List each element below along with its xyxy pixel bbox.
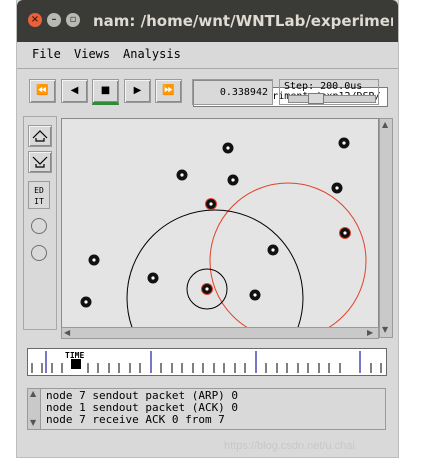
nam-window: × – ▫ nam: /home/wnt/WNTLab/experiments/… — [17, 0, 398, 457]
maximize-window-button[interactable]: ▫ — [66, 13, 80, 27]
scroll-right-arrow-icon[interactable]: ▶ — [367, 329, 373, 337]
scroll-left-arrow-icon[interactable]: ◀ — [64, 329, 70, 337]
play-forward-button[interactable]: ▶ — [124, 79, 151, 103]
log-scrollbar[interactable]: ▲ ▼ — [28, 389, 41, 429]
log-line: node 7 receive ACK 0 from 7 — [46, 413, 225, 426]
zoom-out-button[interactable] — [28, 151, 52, 173]
step-label: Step: 200.0us — [284, 81, 363, 92]
zoom-out-icon — [32, 156, 48, 168]
tool-sidebar: ED IT — [23, 116, 57, 330]
rewind-button[interactable]: ⏪ — [29, 79, 56, 103]
step-slider-thumb[interactable] — [308, 93, 324, 104]
play-forward-icon: ▶ — [133, 85, 142, 96]
node-group — [80, 137, 351, 308]
zoom-in-icon — [32, 130, 48, 142]
title-bar: × – ▫ nam: /home/wnt/WNTLab/experiments/… — [17, 0, 398, 42]
canvas-horizontal-scrollbar[interactable]: ◀ ▶ — [61, 327, 379, 339]
stop-icon: ■ — [100, 85, 111, 96]
current-time-display: 0.338942 — [192, 79, 273, 105]
playback-toolbar: ⏪ ◀ ■ ▶ ⏩ 0.338942 Step: 200.0us — [17, 70, 398, 110]
event-log-panel: ▲ ▼ node 7 sendout packet (ARP) 0 node 1… — [27, 388, 386, 430]
network-topology — [80, 137, 367, 327]
canvas-vertical-scrollbar[interactable]: ▲ ▼ — [379, 118, 393, 338]
menu-bar: File Views Analysis t/WNTLab/experiments… — [17, 42, 398, 107]
play-backward-button[interactable]: ◀ — [61, 79, 88, 103]
timeline-position-marker[interactable] — [71, 359, 81, 369]
scroll-up-arrow-icon[interactable]: ▲ — [382, 121, 388, 129]
transmission-range-red — [209, 182, 367, 327]
window-title: nam: /home/wnt/WNTLab/experiments/e — [93, 12, 393, 30]
transmission-range-black — [126, 209, 304, 327]
fast-forward-button[interactable]: ⏩ — [155, 79, 182, 103]
edit-label-line-1: ED — [34, 186, 44, 195]
log-scroll-up-icon[interactable]: ▲ — [30, 390, 36, 398]
step-slider-track[interactable] — [288, 95, 376, 103]
close-window-button[interactable]: × — [28, 13, 42, 27]
node-mode-radio[interactable] — [31, 245, 47, 261]
play-backward-icon: ◀ — [70, 85, 79, 96]
menu-file[interactable]: File — [32, 47, 61, 61]
time-slider[interactable]: TIME — [27, 348, 387, 376]
edit-button[interactable]: ED IT — [28, 181, 50, 209]
step-control: Step: 200.0us — [279, 79, 379, 105]
select-mode-radio[interactable] — [31, 218, 47, 234]
stop-button[interactable]: ■ — [92, 79, 119, 105]
minimize-window-button[interactable]: – — [47, 13, 61, 27]
network-canvas[interactable] — [61, 118, 379, 328]
fast-forward-icon: ⏩ — [162, 85, 175, 96]
log-scroll-down-icon[interactable]: ▼ — [30, 419, 36, 427]
node-centers — [84, 141, 347, 304]
rewind-icon: ⏪ — [36, 85, 49, 96]
menu-views[interactable]: Views — [74, 47, 110, 61]
scroll-down-arrow-icon[interactable]: ▼ — [382, 326, 388, 334]
menu-analysis[interactable]: Analysis — [123, 47, 181, 61]
watermark-text: https://blog.csdn.net/u.chai — [224, 440, 355, 452]
edit-label-line-2: IT — [34, 197, 44, 206]
zoom-in-button[interactable] — [28, 125, 52, 147]
